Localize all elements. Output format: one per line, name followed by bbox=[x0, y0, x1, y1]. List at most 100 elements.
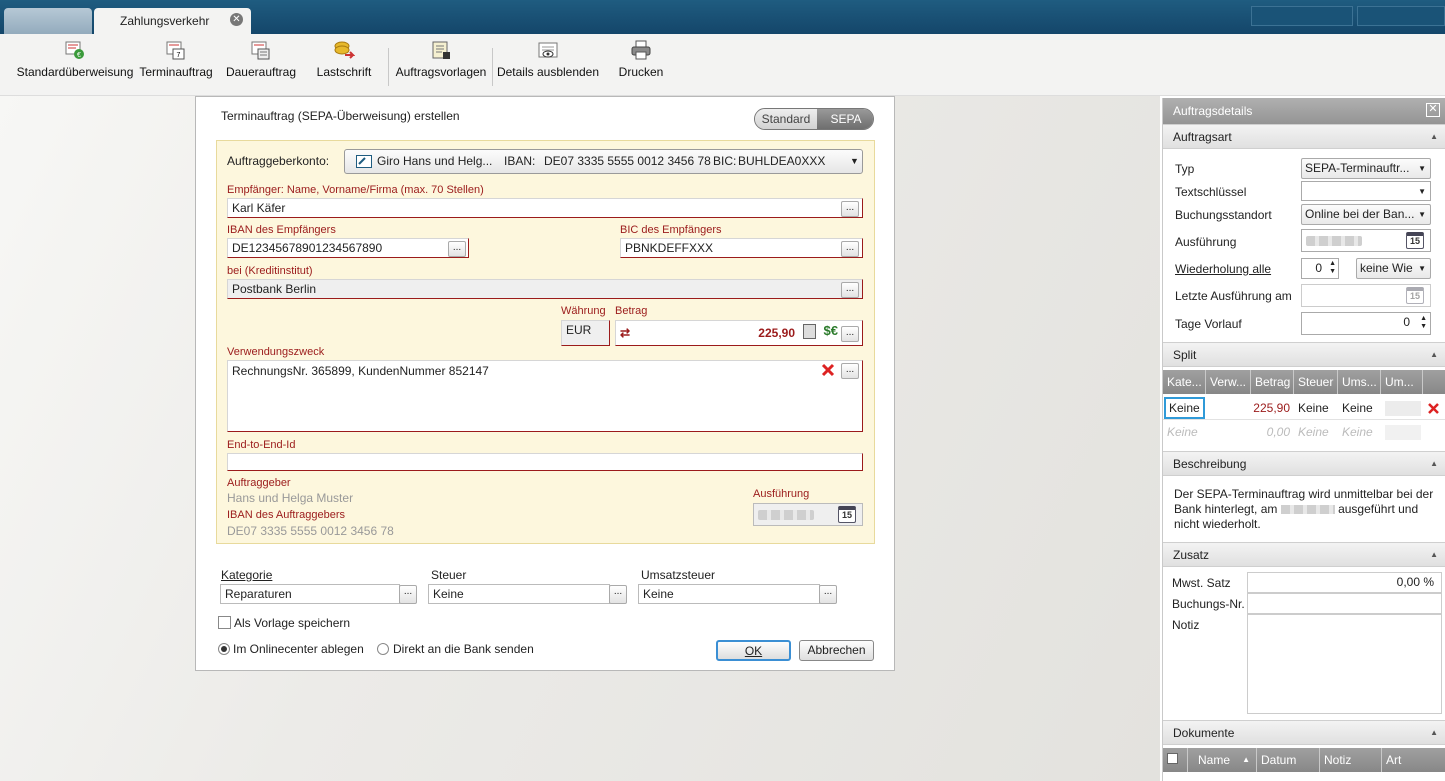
bic-input[interactable]: PBNKDEFFXXX bbox=[620, 238, 863, 258]
standard-transfer-button[interactable]: € Standardüberweisung bbox=[14, 37, 136, 93]
collapse-icon[interactable]: ▲ bbox=[1430, 721, 1438, 745]
stepper-arrows-icon[interactable]: ▲ ▼ bbox=[1420, 315, 1427, 331]
calendar-icon[interactable]: 15 bbox=[838, 506, 856, 523]
split-col-header[interactable]: Kate... bbox=[1163, 370, 1206, 394]
bank-lookup-button[interactable]: ... bbox=[841, 282, 859, 298]
ausfuehrung-label: Ausführung bbox=[1175, 235, 1237, 249]
hide-details-button[interactable]: Details ausblenden bbox=[496, 37, 600, 93]
standard-sepa-toggle[interactable]: Standard SEPA bbox=[754, 108, 874, 130]
split-col-header[interactable]: Steuer bbox=[1294, 370, 1338, 394]
recipient-input[interactable]: Karl Käfer bbox=[227, 198, 863, 218]
radio-bank[interactable] bbox=[377, 643, 389, 655]
save-template-checkbox[interactable] bbox=[218, 616, 231, 629]
cancel-button[interactable]: Abbrechen bbox=[799, 640, 874, 661]
close-icon[interactable]: ✕ bbox=[1426, 103, 1440, 117]
calendar-icon[interactable]: 15 bbox=[1406, 232, 1424, 249]
kategorie-lookup-button[interactable]: ... bbox=[399, 585, 417, 604]
printer-icon bbox=[631, 40, 651, 60]
window-control-box[interactable] bbox=[1357, 6, 1445, 26]
currency-label: Währung bbox=[561, 305, 606, 317]
standing-order-button[interactable]: Dauerauftrag bbox=[224, 37, 298, 93]
sort-asc-icon: ▲ bbox=[1242, 755, 1250, 764]
mwst-input[interactable]: 0,00 % bbox=[1247, 572, 1442, 593]
bic-lookup-button[interactable]: ... bbox=[841, 241, 859, 257]
recipient-lookup-button[interactable]: ... bbox=[841, 201, 859, 217]
radio-online[interactable] bbox=[218, 643, 230, 655]
table-row[interactable]: Keine 225,90 Keine Keine bbox=[1163, 397, 1445, 420]
bank-input[interactable]: Postbank Berlin bbox=[227, 279, 863, 299]
collapse-icon[interactable]: ▲ bbox=[1430, 543, 1438, 567]
ok-button[interactable]: OK bbox=[716, 640, 791, 661]
direct-debit-button[interactable]: Lastschrift bbox=[312, 37, 376, 93]
transfer-form-panel: Auftraggeberkonto: Giro Hans und Helg...… bbox=[216, 140, 875, 544]
steuer-input[interactable]: Keine bbox=[428, 584, 610, 604]
calendar-icon[interactable]: 15 bbox=[1406, 287, 1424, 304]
amount-input[interactable]: ⇄ 225,90 $€ bbox=[615, 320, 863, 346]
doc-col-art[interactable]: Art bbox=[1382, 748, 1445, 772]
account-select[interactable]: Giro Hans und Helg... IBAN: DE07 3335 55… bbox=[344, 149, 863, 174]
table-row[interactable]: Keine 0,00 Keine Keine bbox=[1163, 421, 1445, 444]
stepper-arrows-icon[interactable]: ▲ ▼ bbox=[1329, 260, 1336, 276]
order-templates-button[interactable]: Auftragsvorlagen bbox=[394, 37, 488, 93]
doc-col-notiz[interactable]: Notiz bbox=[1320, 748, 1382, 772]
section-zusatz[interactable]: Zusatz ▲ bbox=[1163, 542, 1445, 567]
e2e-input[interactable] bbox=[227, 453, 863, 471]
doc-col-name[interactable]: Name ▲ bbox=[1188, 748, 1257, 772]
purpose-textarea[interactable]: RechnungsNr. 365899, KundenNummer 852147 bbox=[227, 360, 863, 432]
kategorie-input[interactable]: Reparaturen bbox=[220, 584, 400, 604]
account-label: Auftraggeberkonto: bbox=[227, 154, 330, 168]
delete-icon[interactable] bbox=[821, 363, 835, 377]
iban-input[interactable]: DE12345678901234567890 bbox=[227, 238, 469, 258]
notiz-label: Notiz bbox=[1172, 618, 1200, 632]
toggle-sepa[interactable]: SEPA bbox=[817, 109, 873, 129]
currency-convert-icon[interactable]: $€ bbox=[824, 322, 838, 340]
split-cell-empty bbox=[1385, 425, 1421, 440]
buchungsnr-input[interactable] bbox=[1247, 593, 1442, 614]
standort-select[interactable]: Online bei der Ban... ▼ bbox=[1301, 204, 1431, 225]
window-control-box[interactable] bbox=[1251, 6, 1353, 26]
vorlauf-stepper[interactable]: 0 ▲ ▼ bbox=[1301, 312, 1431, 335]
amount-extra-button[interactable]: ... bbox=[841, 326, 859, 342]
section-dokumente[interactable]: Dokumente ▲ bbox=[1163, 720, 1445, 745]
section-split[interactable]: Split ▲ bbox=[1163, 342, 1445, 367]
wiederholung-unit-select[interactable]: keine Wie ▼ bbox=[1356, 258, 1431, 279]
description-text: Der SEPA-Terminauftrag wird unmittelbar … bbox=[1174, 487, 1434, 531]
execution-label: Ausführung bbox=[753, 488, 810, 500]
collapse-icon[interactable]: ▲ bbox=[1430, 452, 1438, 476]
tab-label: Zahlungsverkehr bbox=[120, 14, 210, 28]
split-col-header[interactable]: Um... bbox=[1381, 370, 1423, 394]
standort-label: Buchungsstandort bbox=[1175, 208, 1272, 222]
tab-zahlungsverkehr[interactable]: Zahlungsverkehr ✕ bbox=[94, 8, 251, 35]
umsatzsteuer-lookup-button[interactable]: ... bbox=[819, 585, 837, 604]
calculator-icon[interactable] bbox=[803, 324, 816, 339]
split-col-header[interactable]: Betrag bbox=[1251, 370, 1294, 394]
split-grid-header: Kate... Verw... Betrag Steuer Ums... Um.… bbox=[1163, 370, 1445, 394]
collapse-icon[interactable]: ▲ bbox=[1430, 125, 1438, 149]
originator-iban-value: DE07 3335 5555 0012 3456 78 bbox=[227, 524, 394, 538]
tab-close-icon[interactable]: ✕ bbox=[230, 13, 243, 26]
typ-select[interactable]: SEPA-Terminauftr... ▼ bbox=[1301, 158, 1431, 179]
section-auftragsart[interactable]: Auftragsart ▲ bbox=[1163, 124, 1445, 149]
purpose-lookup-button[interactable]: ... bbox=[841, 363, 859, 379]
direct-debit-icon bbox=[334, 41, 355, 59]
radio-online-label: Im Onlinecenter ablegen bbox=[233, 642, 364, 656]
umsatzsteuer-input[interactable]: Keine bbox=[638, 584, 820, 604]
split-col-header[interactable]: Verw... bbox=[1206, 370, 1251, 394]
split-col-header[interactable]: Ums... bbox=[1338, 370, 1381, 394]
doc-col-datum[interactable]: Datum bbox=[1257, 748, 1320, 772]
iban-lookup-button[interactable]: ... bbox=[448, 241, 466, 257]
steuer-lookup-button[interactable]: ... bbox=[609, 585, 627, 604]
notiz-textarea[interactable] bbox=[1247, 614, 1442, 714]
currency-input[interactable]: EUR bbox=[561, 320, 610, 346]
toggle-standard[interactable]: Standard bbox=[755, 109, 817, 129]
section-beschreibung[interactable]: Beschreibung ▲ bbox=[1163, 451, 1445, 476]
tab-previous[interactable] bbox=[4, 8, 92, 34]
scheduled-order-button[interactable]: 7 Terminauftrag bbox=[138, 37, 214, 93]
delete-icon[interactable] bbox=[1428, 403, 1439, 414]
collapse-icon[interactable]: ▲ bbox=[1430, 343, 1438, 367]
textschluessel-select[interactable]: ▼ bbox=[1301, 181, 1431, 201]
wiederholung-stepper[interactable]: 0 ▲ ▼ bbox=[1301, 258, 1339, 279]
print-button[interactable]: Drucken bbox=[614, 37, 668, 93]
select-all-checkbox[interactable] bbox=[1167, 753, 1178, 764]
vorlauf-label: Tage Vorlauf bbox=[1175, 317, 1242, 331]
